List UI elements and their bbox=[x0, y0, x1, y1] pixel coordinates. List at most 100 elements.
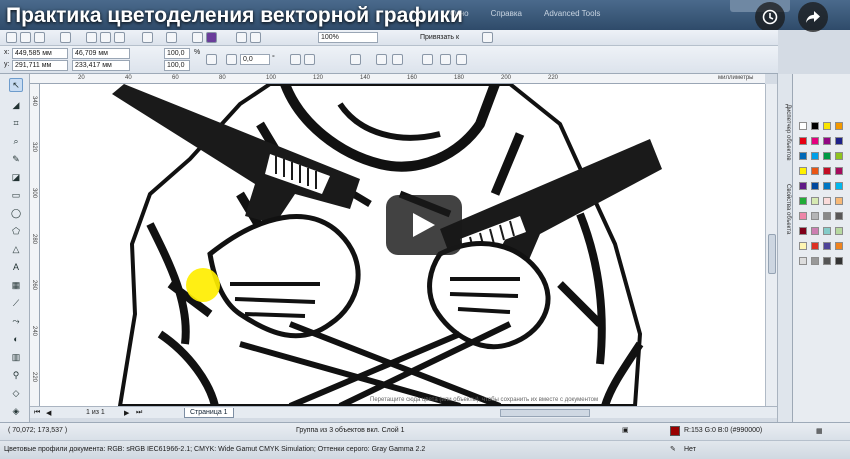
color-profiles-info[interactable]: Цветовые профили документа: RGB: sRGB IE… bbox=[4, 446, 425, 453]
combine-icon[interactable] bbox=[422, 54, 433, 65]
tab-page-1[interactable]: Страница 1 bbox=[184, 408, 234, 418]
color-swatch[interactable] bbox=[823, 197, 831, 205]
scale-x-field[interactable]: 100,0 bbox=[164, 48, 190, 59]
print-icon[interactable] bbox=[60, 32, 71, 43]
group-icon[interactable] bbox=[350, 54, 361, 65]
color-swatch[interactable] bbox=[835, 227, 843, 235]
options-icon[interactable] bbox=[482, 32, 493, 43]
color-swatch[interactable] bbox=[811, 242, 819, 250]
color-swatch[interactable] bbox=[799, 137, 807, 145]
color-manager-icon[interactable]: ▦ bbox=[816, 427, 823, 435]
color-swatch[interactable] bbox=[835, 152, 843, 160]
pick-tool-icon[interactable]: ↖ bbox=[9, 78, 23, 92]
video-title[interactable]: Практика цветоделения векторной графики bbox=[6, 4, 463, 28]
to-front-icon[interactable] bbox=[440, 54, 451, 65]
color-swatch[interactable] bbox=[799, 122, 807, 130]
import-icon[interactable] bbox=[192, 32, 203, 43]
color-swatch[interactable] bbox=[811, 152, 819, 160]
text-tool-icon[interactable]: A bbox=[9, 260, 23, 274]
vertical-scrollbar[interactable] bbox=[765, 84, 777, 406]
menu-item-advanced-tools[interactable]: Advanced Tools bbox=[544, 9, 600, 18]
tab-object-properties[interactable]: Свойства объекта bbox=[780, 184, 791, 234]
color-swatch[interactable] bbox=[799, 227, 807, 235]
table-tool-icon[interactable]: ▦ bbox=[9, 278, 23, 292]
paste-icon[interactable] bbox=[114, 32, 125, 43]
shape-tool-icon[interactable]: ◢ bbox=[9, 98, 23, 112]
basic-shapes-icon[interactable]: △ bbox=[9, 242, 23, 256]
undo-icon[interactable] bbox=[142, 32, 153, 43]
first-page-icon[interactable]: ⏮ bbox=[34, 409, 40, 417]
color-swatch[interactable] bbox=[811, 212, 819, 220]
color-swatch[interactable] bbox=[835, 257, 843, 265]
color-swatch[interactable] bbox=[799, 212, 807, 220]
share-arrow-icon[interactable] bbox=[798, 2, 828, 32]
last-page-icon[interactable]: ⏭ bbox=[136, 409, 142, 417]
export-icon[interactable] bbox=[206, 32, 217, 43]
color-swatch[interactable] bbox=[835, 197, 843, 205]
color-swatch[interactable] bbox=[835, 122, 843, 130]
color-swatch[interactable] bbox=[823, 167, 831, 175]
fill-color-swatch[interactable] bbox=[670, 426, 680, 436]
color-swatch[interactable] bbox=[811, 137, 819, 145]
color-swatch[interactable] bbox=[823, 212, 831, 220]
crop-tool-icon[interactable]: ⌗ bbox=[9, 116, 23, 130]
lock-ratio-icon[interactable] bbox=[206, 54, 217, 65]
horizontal-ruler[interactable]: 20 40 60 80 100 120 140 160 180 200 220 … bbox=[30, 74, 765, 84]
color-swatch[interactable] bbox=[823, 257, 831, 265]
color-swatch[interactable] bbox=[823, 227, 831, 235]
copy-icon[interactable] bbox=[100, 32, 111, 43]
color-swatch[interactable] bbox=[799, 152, 807, 160]
dimension-tool-icon[interactable]: ⟋ bbox=[9, 296, 23, 310]
width-field[interactable]: 46,709 мм bbox=[72, 48, 130, 59]
cut-icon[interactable] bbox=[86, 32, 97, 43]
color-swatch[interactable] bbox=[811, 197, 819, 205]
open-icon[interactable] bbox=[20, 32, 31, 43]
save-icon[interactable] bbox=[34, 32, 45, 43]
y-position-field[interactable]: 291,711 мм bbox=[12, 60, 68, 71]
connector-tool-icon[interactable]: ⤳ bbox=[9, 314, 23, 328]
zoom-tool-icon[interactable]: ⌕ bbox=[9, 134, 23, 148]
color-swatch[interactable] bbox=[835, 182, 843, 190]
rotation-field[interactable]: 0,0 bbox=[240, 54, 270, 65]
color-swatch[interactable] bbox=[835, 242, 843, 250]
rectangle-tool-icon[interactable]: ▭ bbox=[9, 188, 23, 202]
color-swatch[interactable] bbox=[823, 182, 831, 190]
vertical-ruler[interactable]: 340 320 300 280 260 240 220 bbox=[30, 84, 40, 406]
vertical-scroll-thumb[interactable] bbox=[768, 234, 776, 274]
color-swatch[interactable] bbox=[811, 167, 819, 175]
color-swatch[interactable] bbox=[835, 137, 843, 145]
color-swatch[interactable] bbox=[835, 212, 843, 220]
color-swatch[interactable] bbox=[799, 242, 807, 250]
color-swatch[interactable] bbox=[811, 122, 819, 130]
blend-tool-icon[interactable]: ◐ bbox=[9, 332, 23, 346]
freehand-tool-icon[interactable]: ✎ bbox=[9, 152, 23, 166]
color-swatch[interactable] bbox=[823, 122, 831, 130]
x-position-field[interactable]: 449,585 мм bbox=[12, 48, 68, 59]
color-swatch[interactable] bbox=[823, 152, 831, 160]
color-swatch[interactable] bbox=[811, 227, 819, 235]
color-swatch[interactable] bbox=[799, 182, 807, 190]
welcome-screen-icon[interactable] bbox=[250, 32, 261, 43]
clock-icon[interactable] bbox=[755, 2, 785, 32]
color-swatch[interactable] bbox=[811, 182, 819, 190]
scale-y-field[interactable]: 100,0 bbox=[164, 60, 190, 71]
new-document-icon[interactable] bbox=[6, 32, 17, 43]
to-back-icon[interactable] bbox=[456, 54, 467, 65]
smart-fill-icon[interactable]: ◪ bbox=[9, 170, 23, 184]
color-swatch[interactable] bbox=[823, 242, 831, 250]
snap-to-dropdown[interactable]: Привязать к bbox=[420, 34, 459, 41]
height-field[interactable]: 233,417 мм bbox=[72, 60, 130, 71]
color-swatch[interactable] bbox=[799, 257, 807, 265]
ellipse-tool-icon[interactable]: ◯ bbox=[9, 206, 23, 220]
menu-item-help[interactable]: Справка bbox=[491, 9, 522, 18]
ungroup-all-icon[interactable] bbox=[392, 54, 403, 65]
eyedropper-tool-icon[interactable]: ⚲ bbox=[9, 368, 23, 382]
ungroup-icon[interactable] bbox=[376, 54, 387, 65]
play-icon[interactable] bbox=[386, 195, 462, 255]
application-launcher-icon[interactable] bbox=[236, 32, 247, 43]
prev-page-icon[interactable]: ◀ bbox=[46, 409, 51, 417]
redo-icon[interactable] bbox=[166, 32, 177, 43]
fill-tool-icon[interactable]: ◈ bbox=[9, 404, 23, 418]
horizontal-scroll-thumb[interactable] bbox=[500, 409, 590, 417]
zoom-level-dropdown[interactable]: 100% bbox=[318, 32, 378, 43]
